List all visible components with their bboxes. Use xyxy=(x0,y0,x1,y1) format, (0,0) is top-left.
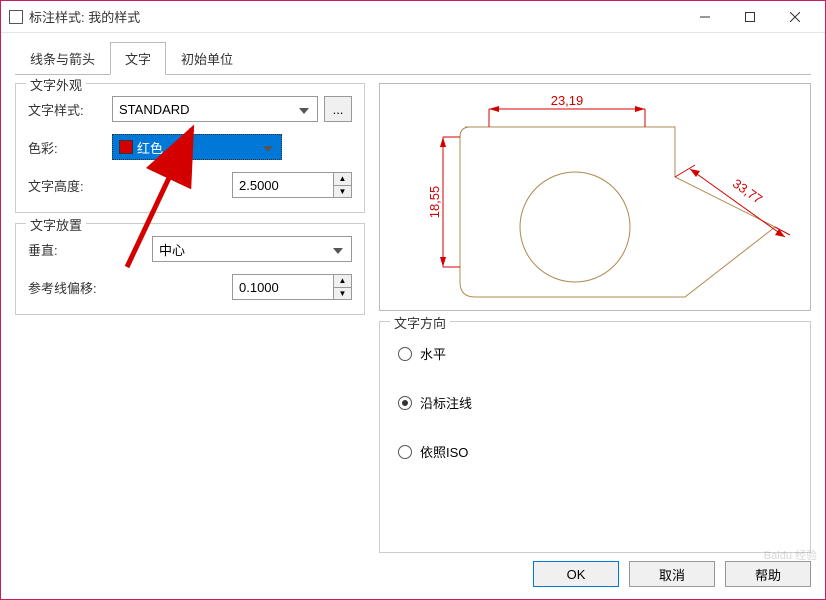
svg-text:33,77: 33,77 xyxy=(730,176,765,207)
chevron-down-icon xyxy=(329,242,347,257)
text-direction-group: 文字方向 水平 沿标注线 依照ISO xyxy=(379,321,811,553)
svg-text:23,19: 23,19 xyxy=(551,93,584,108)
text-style-value: STANDARD xyxy=(119,102,190,117)
text-placement-label: 文字放置 xyxy=(26,215,86,234)
text-placement-group: 文字放置 垂直: 中心 参考线偏移: xyxy=(15,223,365,315)
tab-bar: 线条与箭头 文字 初始单位 xyxy=(15,41,811,75)
radio-icon xyxy=(398,396,412,410)
radio-label: 水平 xyxy=(420,344,446,363)
text-height-spinner[interactable]: ▲ ▼ xyxy=(232,172,352,198)
radio-icon xyxy=(398,347,412,361)
tab-lines-arrows[interactable]: 线条与箭头 xyxy=(15,42,110,75)
tab-primary-units[interactable]: 初始单位 xyxy=(166,42,248,75)
color-swatch-icon xyxy=(119,140,133,154)
text-height-input[interactable] xyxy=(233,173,333,197)
maximize-button[interactable] xyxy=(727,2,772,32)
chevron-down-icon xyxy=(295,102,313,117)
radio-horizontal[interactable]: 水平 xyxy=(398,344,792,363)
radio-icon xyxy=(398,445,412,459)
vertical-combo[interactable]: 中心 xyxy=(152,236,352,262)
cancel-button[interactable]: 取消 xyxy=(629,561,715,587)
text-appearance-group: 文字外观 文字样式: STANDARD ... 色彩: xyxy=(15,83,365,213)
help-button[interactable]: 帮助 xyxy=(725,561,811,587)
text-direction-label: 文字方向 xyxy=(390,313,450,332)
preview-pane: 23,19 18,55 33,77 xyxy=(379,83,811,311)
text-style-label: 文字样式: xyxy=(28,100,112,119)
radio-label: 沿标注线 xyxy=(420,393,472,412)
radio-iso[interactable]: 依照ISO xyxy=(398,442,792,461)
radio-label: 依照ISO xyxy=(420,442,468,461)
text-style-combo[interactable]: STANDARD xyxy=(112,96,318,122)
radio-aligned[interactable]: 沿标注线 xyxy=(398,393,792,412)
style-browse-button[interactable]: ... xyxy=(324,96,352,122)
window-title: 标注样式: 我的样式 xyxy=(29,7,682,26)
offset-spinner[interactable]: ▲ ▼ xyxy=(232,274,352,300)
color-combo[interactable]: 红色 xyxy=(112,134,282,160)
ok-button[interactable]: OK xyxy=(533,561,619,587)
titlebar: 标注样式: 我的样式 xyxy=(1,1,825,33)
spinner-down-icon[interactable]: ▼ xyxy=(334,186,351,198)
spinner-up-icon[interactable]: ▲ xyxy=(334,173,351,186)
spinner-down-icon[interactable]: ▼ xyxy=(334,288,351,300)
close-button[interactable] xyxy=(772,2,817,32)
tab-text[interactable]: 文字 xyxy=(110,42,166,75)
color-value: 红色 xyxy=(137,138,163,157)
color-label: 色彩: xyxy=(28,138,112,157)
text-height-label: 文字高度: xyxy=(28,176,112,195)
chevron-down-icon xyxy=(259,140,277,155)
vertical-label: 垂直: xyxy=(28,240,112,259)
text-appearance-label: 文字外观 xyxy=(26,75,86,94)
offset-input[interactable] xyxy=(233,275,333,299)
app-icon xyxy=(9,10,23,24)
vertical-value: 中心 xyxy=(159,240,185,259)
svg-text:18,55: 18,55 xyxy=(427,186,442,219)
offset-label: 参考线偏移: xyxy=(28,278,112,297)
minimize-button[interactable] xyxy=(682,2,727,32)
spinner-up-icon[interactable]: ▲ xyxy=(334,275,351,288)
